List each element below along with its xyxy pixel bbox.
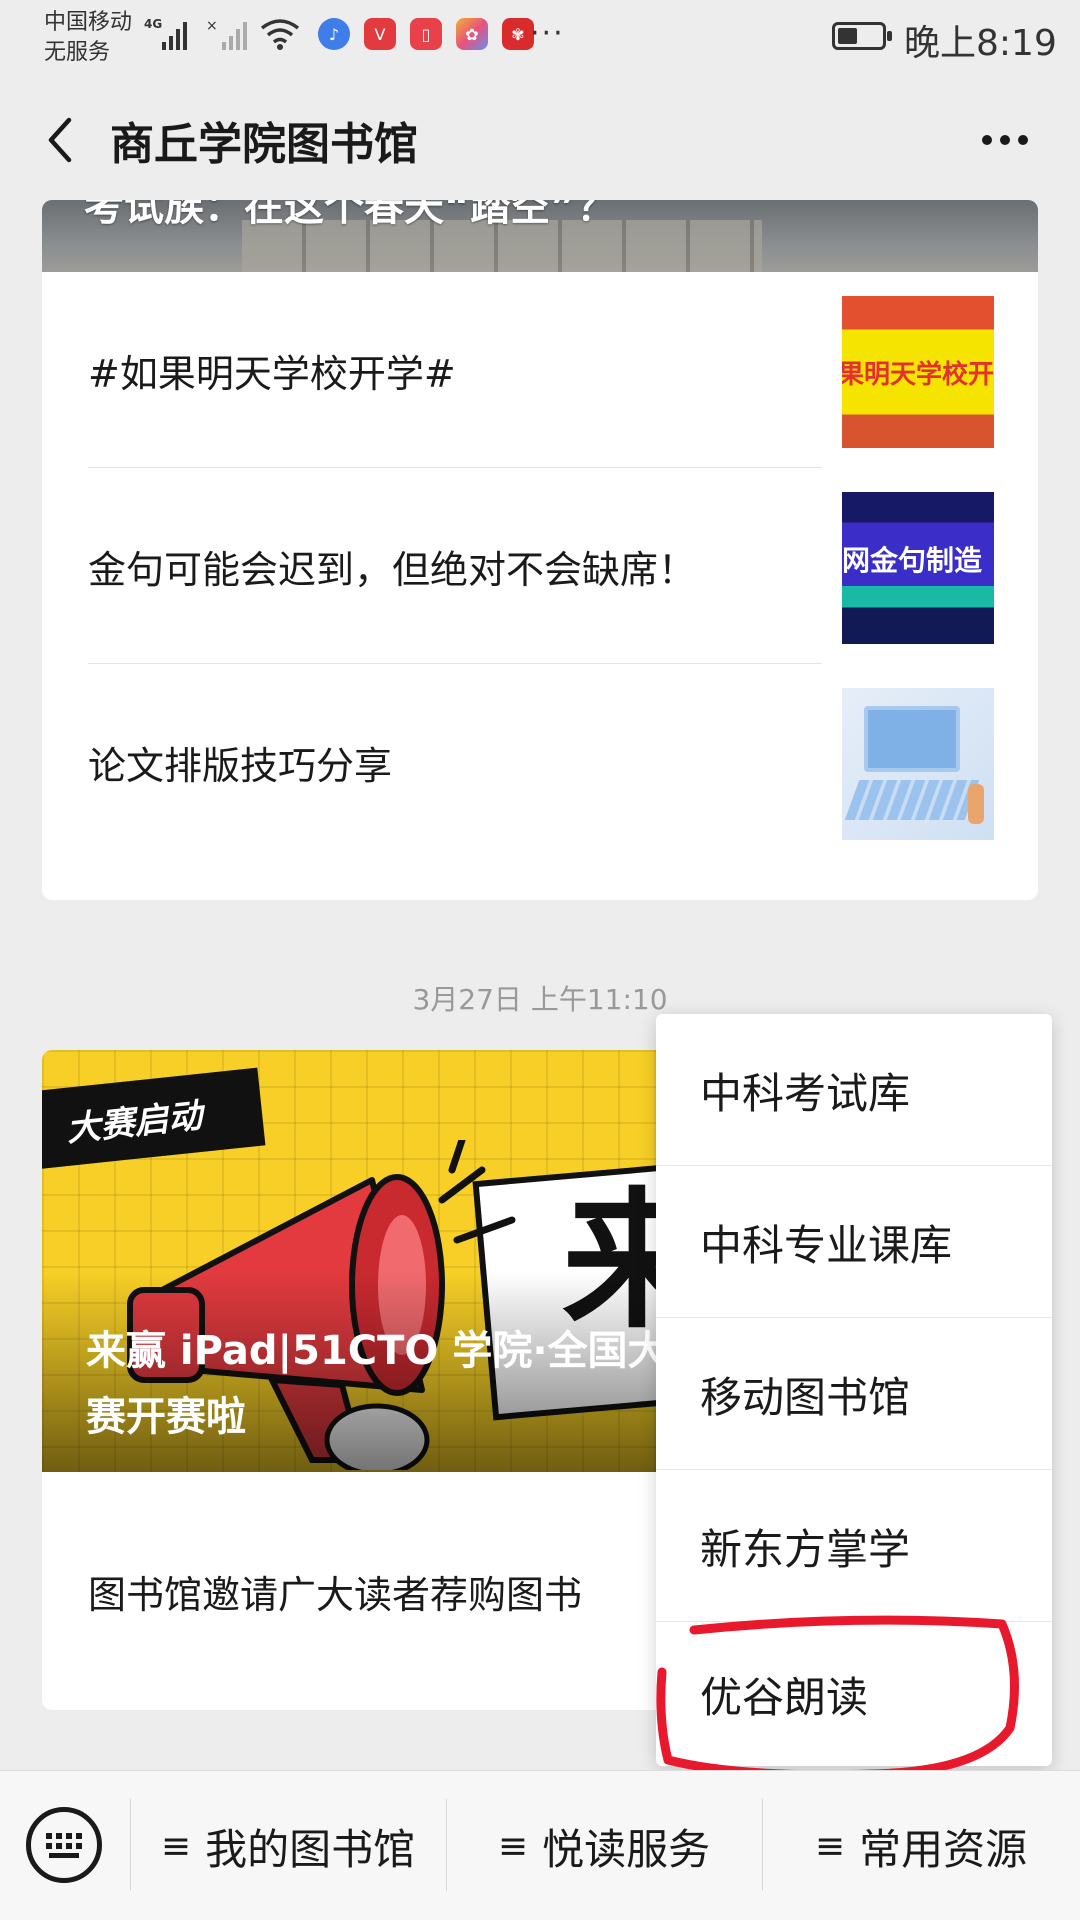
no-signal-icon: × bbox=[206, 18, 247, 50]
notification-icons: ♪ V ▯ ✿ ✾ bbox=[318, 18, 534, 50]
menu-item-label: 新东方掌学 bbox=[700, 1524, 911, 1574]
menu-list-icon: ≡ bbox=[160, 1825, 192, 1867]
menu-common-resources-button[interactable]: ≡ 常用资源 bbox=[762, 1771, 1080, 1920]
keyboard-illustration bbox=[844, 780, 980, 820]
page-title: 商丘学院图书馆 bbox=[110, 119, 418, 170]
gallery-app-icon: ✿ bbox=[456, 18, 488, 50]
clock: 晚上8:19 bbox=[904, 23, 1057, 64]
nav-bar: 商丘学院图书馆 bbox=[0, 80, 1080, 200]
more-dot-icon bbox=[982, 135, 992, 145]
article-thumbnail: 网金句制造 bbox=[842, 492, 994, 644]
menu-item-zhongke-exam[interactable]: 中科考试库 bbox=[656, 1014, 1052, 1166]
article-thumbnail: 果明天学校开 bbox=[842, 296, 994, 448]
article-title: 论文排版技巧分享 bbox=[88, 743, 393, 788]
keyboard-toggle-button[interactable] bbox=[26, 1807, 102, 1883]
music-app-icon: ♪ bbox=[318, 18, 350, 50]
more-dot-icon bbox=[1000, 135, 1010, 145]
back-button[interactable] bbox=[30, 110, 90, 170]
status-bar: 中国移动 无服务 4G × ♪ V ▯ ✿ ✾ ··· 晚上8:19 bbox=[0, 0, 1080, 80]
chevron-left-icon bbox=[48, 117, 72, 163]
more-dot-icon bbox=[1018, 135, 1028, 145]
article-title: 图书馆邀请广大读者荐购图书 bbox=[88, 1572, 583, 1617]
carrier-info: 中国移动 无服务 bbox=[44, 8, 132, 68]
vmall-app-icon: V bbox=[364, 18, 396, 50]
svg-text:×: × bbox=[206, 18, 218, 34]
thumbnail-text: 网金句制造 bbox=[842, 544, 983, 577]
menu-button-label: 我的图书馆 bbox=[205, 1824, 416, 1874]
network-type-label: 4G bbox=[144, 17, 162, 31]
carrier-name: 中国移动 bbox=[44, 10, 133, 35]
menu-list-icon: ≡ bbox=[814, 1825, 846, 1867]
menu-button-label: 常用资源 bbox=[859, 1824, 1028, 1874]
article-card: 考试族：在这个春天“踏空”？ #如果明天学校开学# 果明天学校开 金句可能会迟到… bbox=[42, 200, 1038, 900]
menu-item-label: 中科专业课库 bbox=[700, 1220, 953, 1270]
battery-icon bbox=[832, 22, 892, 50]
keyboard-icon bbox=[46, 1832, 82, 1858]
menu-reading-service-button[interactable]: ≡ 悦读服务 bbox=[446, 1771, 762, 1920]
reader-app-icon: ▯ bbox=[410, 18, 442, 50]
wifi-icon bbox=[260, 19, 300, 50]
article-title: 金句可能会迟到，但绝对不会缺席！ bbox=[88, 547, 697, 592]
menu-item-zhongke-course[interactable]: 中科专业课库 bbox=[656, 1166, 1052, 1318]
article-title: #如果明天学校开学# bbox=[88, 351, 456, 396]
menu-button-label: 悦读服务 bbox=[542, 1824, 711, 1874]
cellular-signal-icon: 4G bbox=[144, 17, 187, 50]
more-options-button[interactable] bbox=[970, 110, 1040, 170]
laptop-illustration bbox=[864, 706, 960, 772]
person-illustration bbox=[968, 784, 984, 824]
menu-item-label: 中科考试库 bbox=[700, 1068, 911, 1118]
highlight-circle-annotation bbox=[656, 1615, 1019, 1780]
article-hero-title: 考试族：在这个春天“踏空”？ bbox=[84, 200, 617, 230]
menu-list-icon: ≡ bbox=[497, 1825, 529, 1867]
article-hero-banner[interactable]: 考试族：在这个春天“踏空”？ bbox=[42, 200, 1038, 272]
article-list-item[interactable]: 金句可能会迟到，但绝对不会缺席！ 网金句制造 bbox=[42, 468, 1038, 664]
menu-item-mobile-library[interactable]: 移动图书馆 bbox=[656, 1318, 1052, 1470]
thumbnail-text: 果明天学校开 bbox=[842, 359, 994, 390]
article-list-item[interactable]: 论文排版技巧分享 bbox=[42, 664, 1038, 860]
service-status: 无服务 bbox=[44, 40, 111, 65]
bottom-menu-bar: ≡ 我的图书馆 ≡ 悦读服务 ≡ 常用资源 bbox=[0, 1770, 1080, 1920]
message-timestamp: 3月27日 上午11:10 bbox=[412, 983, 668, 1016]
article-thumbnail bbox=[842, 688, 994, 840]
more-notifications-icon: ··· bbox=[530, 16, 565, 51]
menu-item-new-oriental[interactable]: 新东方掌学 bbox=[656, 1470, 1052, 1622]
battery-level bbox=[838, 28, 857, 44]
menu-item-label: 移动图书馆 bbox=[700, 1372, 911, 1422]
article-list-item[interactable]: #如果明天学校开学# 果明天学校开 bbox=[42, 272, 1038, 468]
menu-my-library-button[interactable]: ≡ 我的图书馆 bbox=[130, 1771, 446, 1920]
